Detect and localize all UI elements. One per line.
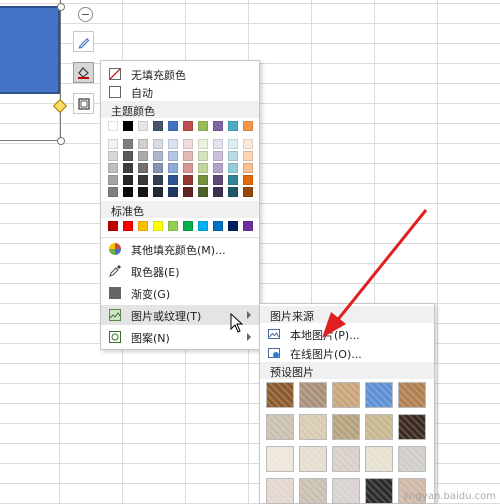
watermark: jingyan.baidu.com	[403, 491, 496, 502]
annotation-arrow	[322, 209, 428, 338]
